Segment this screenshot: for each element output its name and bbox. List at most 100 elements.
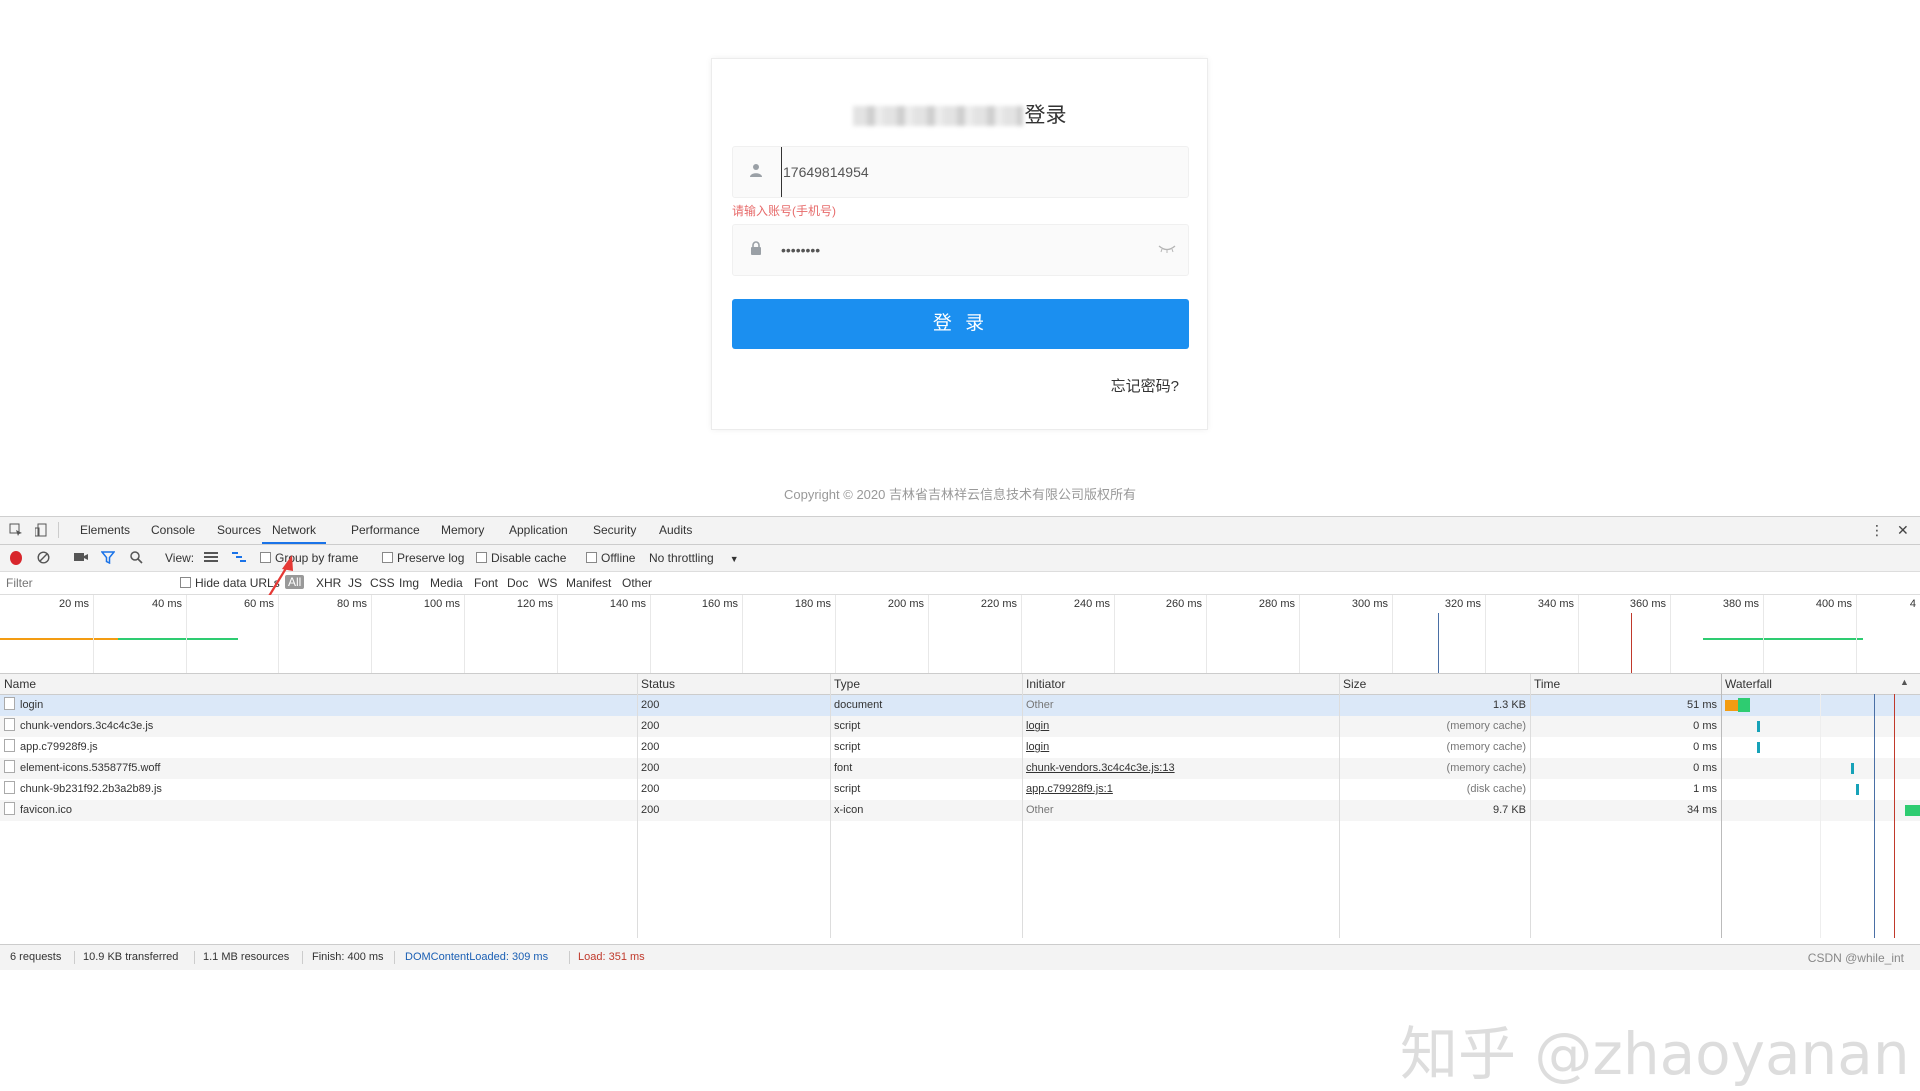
column-waterfall[interactable]: Waterfall bbox=[1721, 674, 1920, 694]
filter-type-css[interactable]: CSS bbox=[370, 576, 395, 590]
tab-audits[interactable]: Audits bbox=[659, 517, 692, 544]
tab-sources[interactable]: Sources bbox=[217, 517, 261, 544]
search-icon[interactable] bbox=[130, 551, 143, 565]
filter-icon[interactable] bbox=[100, 551, 116, 565]
row-name[interactable]: chunk-vendors.3c4c4c3e.js bbox=[0, 716, 637, 737]
tab-elements[interactable]: Elements bbox=[80, 517, 130, 544]
row-status: 200 bbox=[641, 699, 660, 711]
eye-closed-icon[interactable] bbox=[1158, 243, 1178, 257]
column-divider bbox=[1530, 674, 1531, 938]
throttling-select[interactable]: No throttling ▼ bbox=[649, 551, 739, 565]
column-type[interactable]: Type bbox=[830, 674, 1022, 694]
column-divider bbox=[1339, 674, 1340, 938]
tab-network[interactable]: Network bbox=[262, 517, 327, 544]
column-time[interactable]: Time bbox=[1530, 674, 1721, 694]
status-finish: Finish: 400 ms bbox=[312, 951, 384, 963]
row-initiator[interactable]: login bbox=[1022, 716, 1339, 737]
view-label: View: bbox=[165, 551, 195, 565]
inspect-element-icon[interactable] bbox=[9, 523, 23, 537]
row-name[interactable]: login bbox=[0, 695, 637, 716]
disable-cache-checkbox[interactable]: Disable cache bbox=[476, 551, 566, 565]
filter-type-media[interactable]: Media bbox=[430, 576, 463, 590]
login-button[interactable]: 登 录 bbox=[732, 299, 1189, 349]
table-row[interactable]: login 200 document Other 1.3 KB 51 ms bbox=[0, 695, 1920, 716]
record-icon[interactable] bbox=[10, 551, 22, 565]
password-value: •••••••• bbox=[781, 242, 821, 258]
overview-tick-label: 300 ms bbox=[1351, 598, 1388, 610]
overview-gridline bbox=[835, 595, 836, 673]
row-name[interactable]: element-icons.535877f5.woff bbox=[0, 758, 637, 779]
overview-bar-green bbox=[118, 638, 238, 640]
username-field[interactable]: 17649814954 bbox=[732, 146, 1189, 198]
row-name[interactable]: app.c79928f9.js bbox=[0, 737, 637, 758]
table-row[interactable]: app.c79928f9.js 200 script login (memory cac… bbox=[0, 737, 1920, 758]
more-options-icon[interactable]: ⋮ bbox=[1870, 523, 1884, 537]
column-initiator[interactable]: Initiator bbox=[1022, 674, 1339, 694]
column-name[interactable]: Name bbox=[0, 674, 637, 694]
timeline-overview[interactable]: 20 ms 40 ms 60 ms 80 ms 100 ms 120 ms 140 ms 16… bbox=[0, 595, 1920, 674]
column-size[interactable]: Size bbox=[1339, 674, 1530, 694]
blurred-brand-name bbox=[852, 106, 1023, 127]
overview-gridline bbox=[1021, 595, 1022, 673]
request-name: element-icons.535877f5.woff bbox=[20, 762, 161, 774]
throttling-value: No throttling bbox=[649, 551, 714, 565]
device-toolbar-icon[interactable] bbox=[34, 523, 49, 537]
overview-tick-label: 200 ms bbox=[887, 598, 924, 610]
row-name[interactable]: favicon.ico bbox=[0, 800, 637, 821]
tab-memory[interactable]: Memory bbox=[441, 517, 484, 544]
tab-application[interactable]: Application bbox=[509, 517, 568, 544]
overview-gridline bbox=[464, 595, 465, 673]
row-size: (memory cache) bbox=[1446, 720, 1526, 732]
row-name[interactable]: chunk-9b231f92.2b3a2b89.js bbox=[0, 779, 637, 800]
tab-console[interactable]: Console bbox=[151, 517, 195, 544]
row-time: 1 ms bbox=[1693, 783, 1717, 795]
row-initiator: Other bbox=[1026, 804, 1054, 816]
lock-icon bbox=[747, 241, 765, 259]
filter-type-xhr[interactable]: XHR bbox=[316, 576, 341, 590]
table-row[interactable]: favicon.ico 200 x-icon Other 9.7 KB 34 ms bbox=[0, 800, 1920, 821]
column-status[interactable]: Status bbox=[637, 674, 830, 694]
row-initiator[interactable]: app.c79928f9.js:1 bbox=[1022, 779, 1339, 800]
copyright-text: Copyright © 2020 吉林省吉林祥云信息技术有限公司版权所有 bbox=[784, 487, 1136, 502]
filter-input[interactable] bbox=[4, 574, 168, 591]
filter-type-doc[interactable]: Doc bbox=[507, 576, 528, 590]
capture-screenshots-icon[interactable] bbox=[74, 551, 88, 565]
file-icon bbox=[4, 781, 15, 794]
close-devtools-icon[interactable]: ✕ bbox=[1897, 523, 1909, 537]
dropdown-arrow-icon: ▼ bbox=[729, 554, 739, 564]
column-divider bbox=[637, 674, 638, 938]
request-name: chunk-vendors.3c4c4c3e.js bbox=[20, 720, 154, 732]
tab-security[interactable]: Security bbox=[593, 517, 636, 544]
status-divider bbox=[302, 951, 303, 964]
table-row[interactable]: chunk-vendors.3c4c4c3e.js 200 script login (… bbox=[0, 716, 1920, 737]
overview-tick-label: 4 bbox=[1909, 598, 1916, 610]
status-dom-content-loaded: DOMContentLoaded: 309 ms bbox=[405, 951, 549, 963]
row-time: 34 ms bbox=[1687, 804, 1717, 816]
overview-tick-label: 340 ms bbox=[1537, 598, 1574, 610]
filter-type-img[interactable]: Img bbox=[399, 576, 419, 590]
overview-tick-label: 80 ms bbox=[337, 598, 367, 610]
row-status: 200 bbox=[641, 741, 660, 753]
filter-type-font[interactable]: Font bbox=[474, 576, 498, 590]
sort-ascending-icon[interactable]: ▲ bbox=[1900, 677, 1909, 687]
tab-performance[interactable]: Performance bbox=[351, 517, 420, 544]
overview-tick-label: 220 ms bbox=[980, 598, 1017, 610]
password-field[interactable]: •••••••• bbox=[732, 224, 1189, 276]
filter-type-ws[interactable]: WS bbox=[538, 576, 557, 590]
filter-type-other[interactable]: Other bbox=[622, 576, 652, 590]
row-initiator[interactable]: login bbox=[1022, 737, 1339, 758]
forgot-password-link[interactable]: 忘记密码? bbox=[1111, 375, 1179, 396]
dom-content-loaded-marker bbox=[1438, 613, 1439, 673]
row-status: 200 bbox=[641, 720, 660, 732]
overview-gridline bbox=[742, 595, 743, 673]
table-row[interactable]: chunk-9b231f92.2b3a2b89.js 200 script app.c… bbox=[0, 779, 1920, 800]
table-row[interactable]: element-icons.535877f5.woff 200 font chunk-… bbox=[0, 758, 1920, 779]
request-name: login bbox=[20, 699, 44, 711]
filter-type-js[interactable]: JS bbox=[348, 576, 362, 590]
row-initiator[interactable]: chunk-vendors.3c4c4c3e.js:13 bbox=[1022, 758, 1339, 779]
clear-icon[interactable] bbox=[37, 551, 50, 565]
preserve-log-checkbox[interactable]: Preserve log bbox=[382, 551, 464, 565]
offline-checkbox[interactable]: Offline bbox=[586, 551, 635, 565]
filter-type-manifest[interactable]: Manifest bbox=[566, 576, 611, 590]
large-rows-icon[interactable] bbox=[204, 551, 218, 565]
